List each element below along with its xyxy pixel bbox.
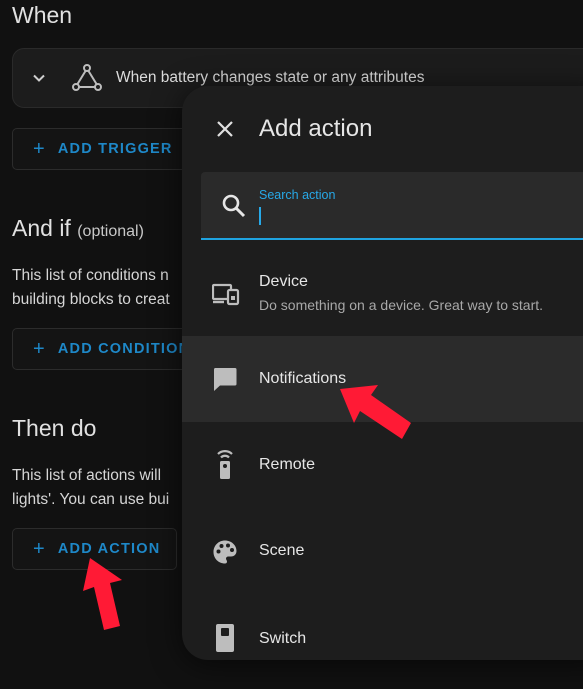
switch-icon [212,622,238,659]
plus-icon: + [33,138,46,160]
add-trigger-label: ADD TRIGGER [57,141,173,157]
then-do-description-line2: lights'. You can use bui [12,491,170,508]
chevron-down-icon[interactable] [31,70,47,91]
close-icon[interactable] [215,119,235,144]
state-trigger-icon [71,63,103,98]
then-do-description-line1: This list of actions will [12,467,162,484]
add-condition-label: ADD CONDITION [57,341,191,357]
item-title: Switch [259,630,307,647]
add-action-dialog: Add action Search action Device Do somet… [182,86,583,660]
when-title: When [12,2,73,28]
item-title: Scene [259,542,305,559]
dialog-title: Add action [259,115,373,142]
optional-label: (optional) [77,223,144,240]
palette-icon [212,539,238,570]
and-if-title-text: And if [12,215,71,241]
search-icon [221,193,247,224]
list-item-switch[interactable]: Switch [182,594,583,660]
annotation-arrow-icon [83,558,122,630]
device-icon [211,282,240,311]
message-icon [212,366,238,397]
item-title: Device [259,273,308,290]
item-title: Notifications [259,370,347,387]
automation-editor: When When battery changes state or any a… [0,0,583,689]
trigger-description: When battery changes state or any attrib… [116,69,425,86]
and-if-description-line2: building blocks to creat [12,291,170,308]
and-if-description-line1: This list of conditions n [12,267,169,284]
plus-icon: + [33,338,46,360]
and-if-title: And if (optional) [12,215,144,242]
plus-icon: + [33,538,46,560]
annotation-arrow-icon [340,385,411,439]
remote-icon [212,448,238,485]
then-do-title: Then do [12,415,97,441]
add-action-label: ADD ACTION [57,541,161,557]
text-cursor [259,207,261,225]
search-label: Search action [259,188,336,202]
search-input[interactable]: Search action [201,172,583,240]
item-subtitle: Do something on a device. Great way to s… [259,297,544,313]
item-title: Remote [259,456,316,473]
list-item-scene[interactable]: Scene [182,508,583,594]
list-item-device[interactable]: Device Do something on a device. Great w… [182,250,583,336]
